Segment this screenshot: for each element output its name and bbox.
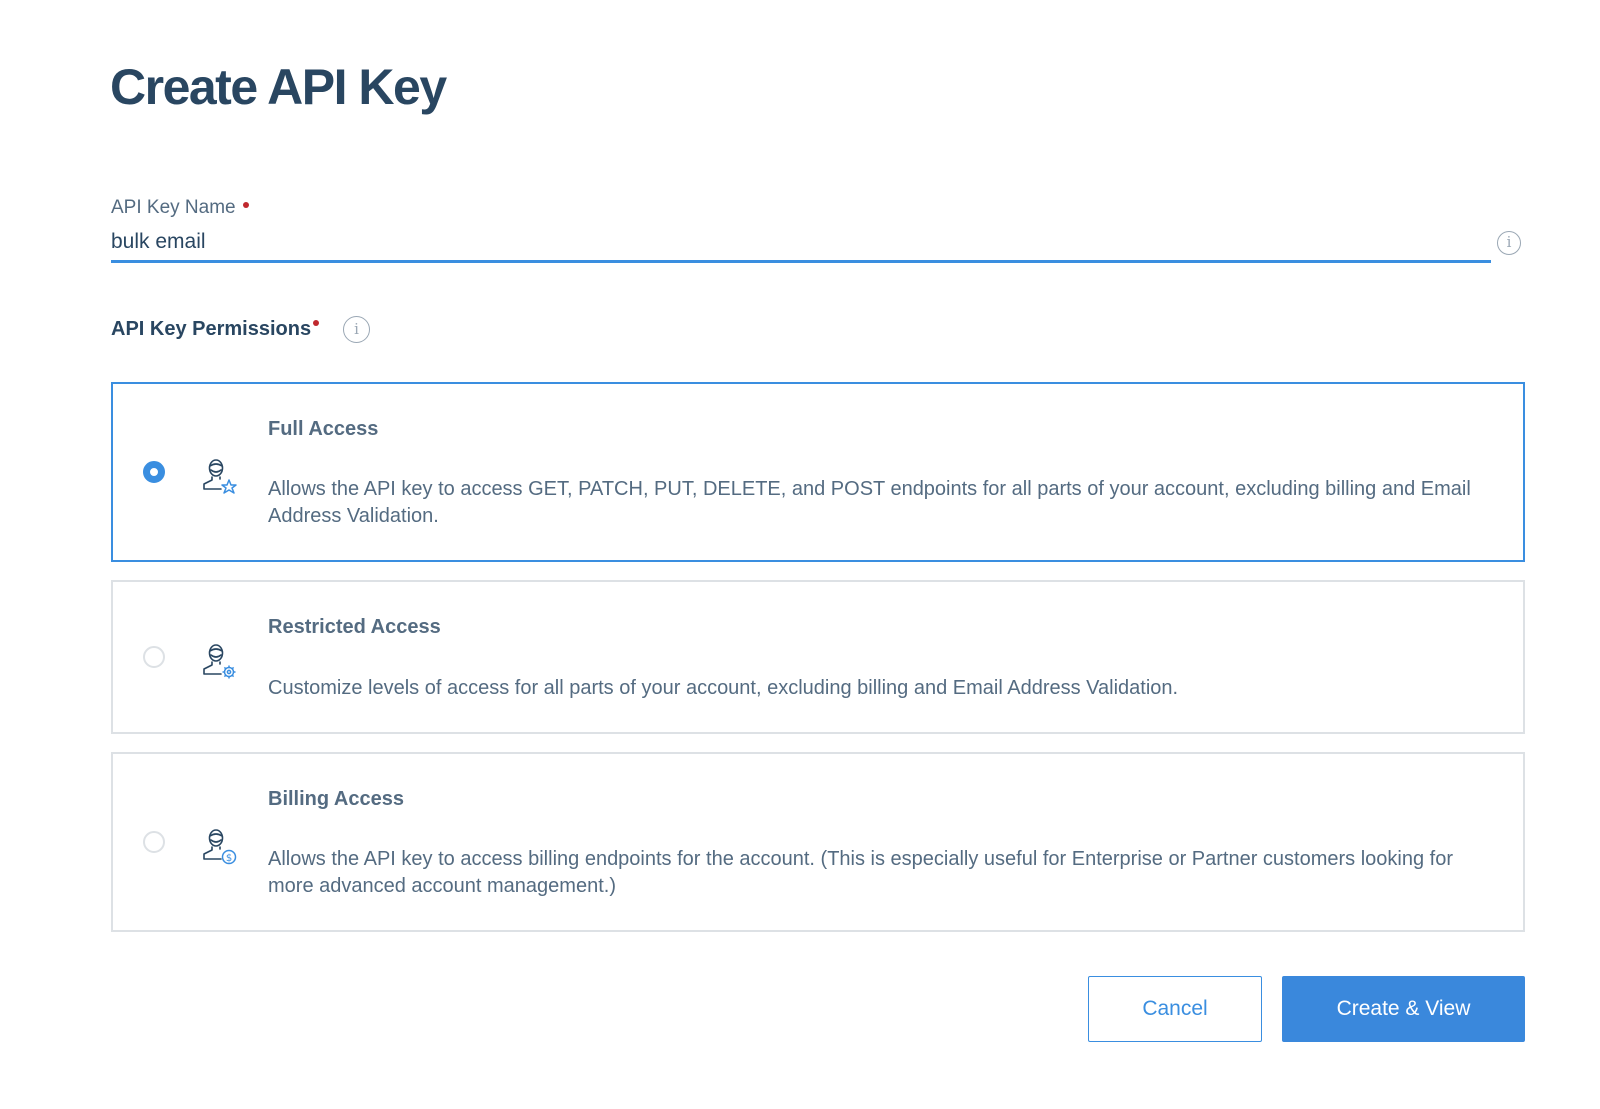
info-icon[interactable]: i [343, 316, 370, 343]
cancel-button[interactable]: Cancel [1088, 976, 1262, 1042]
api-key-permissions-label-text: API Key Permissions [111, 318, 312, 340]
permission-option-full-access[interactable]: Full Access Allows the API key to access… [111, 382, 1525, 562]
option-description: Allows the API key to access GET, PATCH,… [268, 478, 1471, 527]
api-key-name-label: API Key Name [111, 197, 249, 219]
user-star-icon [203, 459, 237, 494]
user-gear-icon [203, 644, 236, 679]
svg-text:$: $ [226, 853, 232, 864]
option-title: Billing Access [268, 788, 404, 810]
info-icon[interactable]: i [1497, 231, 1521, 255]
option-description: Allows the API key to access billing end… [268, 848, 1453, 897]
create-and-view-button[interactable]: Create & View [1282, 976, 1525, 1042]
permission-option-restricted-access[interactable]: Restricted Access Customize levels of ac… [111, 580, 1525, 734]
api-key-permissions-label: API Key Permissions [111, 318, 320, 341]
permission-option-billing-access[interactable]: $ Billing Access Allows the API key to a… [111, 752, 1525, 932]
option-title: Restricted Access [268, 616, 441, 638]
user-dollar-icon: $ [203, 829, 237, 865]
required-indicator [313, 320, 320, 326]
option-description: Customize levels of access for all parts… [268, 677, 1179, 699]
api-key-name-label-text: API Key Name [111, 197, 236, 218]
radio-full-access[interactable] [143, 461, 165, 483]
page-title: Create API Key [110, 59, 447, 115]
option-title: Full Access [268, 418, 379, 440]
api-key-name-input[interactable] [111, 224, 1491, 263]
radio-restricted-access[interactable] [143, 646, 165, 668]
required-indicator [242, 202, 249, 208]
radio-billing-access[interactable] [143, 831, 165, 853]
